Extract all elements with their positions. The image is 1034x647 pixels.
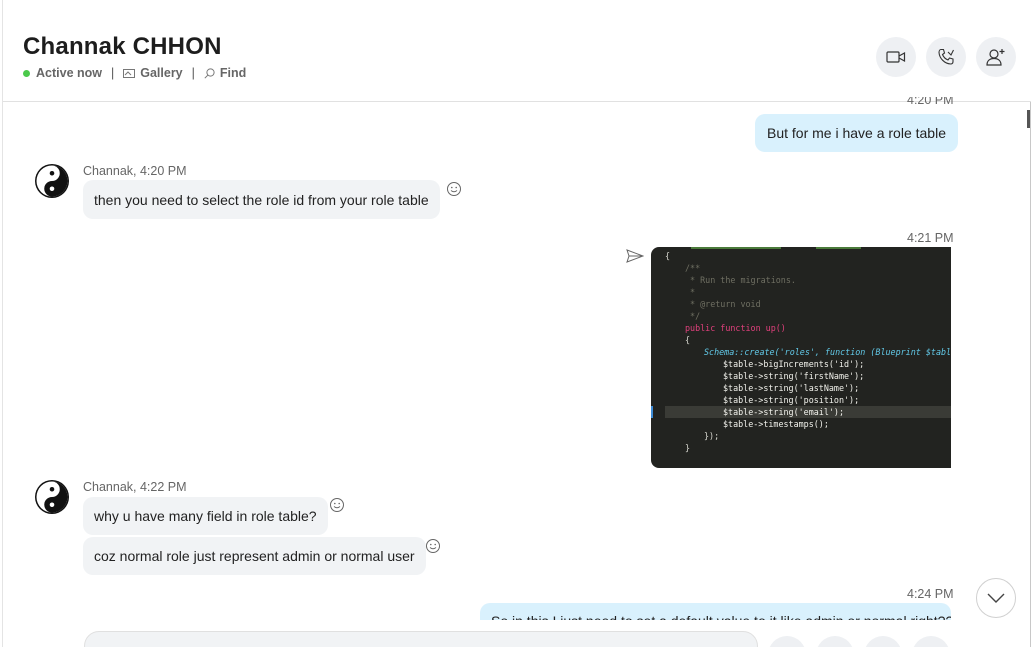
message-text: So in this I just need to set a default … [480,603,951,620]
code-screenshot-image[interactable]: { /** * Run the migrations. * * @return … [651,247,951,468]
chevron-down-icon [987,593,1005,603]
code-line: { [685,335,691,345]
message-time: 4:20 PM [907,97,954,107]
add-reaction-icon[interactable] [329,497,345,513]
message-text: coz normal role just represent admin or … [94,548,415,564]
presence-status: Active now [36,66,102,80]
code-line: $table->timestamps(); [723,419,829,429]
divider: | [111,66,115,80]
contact-name[interactable]: Channak CHHON [23,33,222,61]
code-line: * [685,287,696,297]
outgoing-message[interactable]: So in this I just need to set a default … [480,603,951,620]
video-camera-icon [886,51,906,63]
find-label: Find [219,66,247,80]
scrollbar-thumb[interactable] [1027,110,1030,128]
code-line: * @return void [685,299,761,309]
composer-action-button[interactable] [864,636,902,647]
sent-status-icon [626,249,644,263]
add-reaction-icon[interactable] [446,181,462,197]
search-icon [204,67,215,79]
message-text: then you need to select the role id from… [94,191,429,208]
gallery-label: Gallery [140,66,183,80]
code-line: $table->string('email'); [723,407,845,417]
code-decoration [691,247,781,249]
message-text: why u have many field in role table? [94,508,317,524]
message-input[interactable] [84,631,758,647]
code-cursor [651,406,653,418]
sender-time: Channak, 4:22 PM [83,480,187,494]
sender-time: Channak, 4:20 PM [83,164,187,178]
chat-header: Channak CHHON Active now | Gallery | Fin… [3,0,1031,102]
add-reaction-icon[interactable] [425,538,441,554]
code-line: public function up() [685,323,786,333]
gallery-link[interactable]: Gallery [123,66,183,80]
code-line: * Run the migrations. [685,275,796,285]
code-decoration [816,247,861,249]
video-call-button[interactable] [876,37,916,77]
composer-action-button[interactable] [912,636,950,647]
code-line: */ [685,311,701,321]
avatar-icon[interactable] [34,479,70,515]
scroll-to-bottom-button[interactable] [976,578,1016,618]
code-line: $table->string('firstName'); [723,371,865,381]
message-time: 4:24 PM [907,587,954,601]
code-line: Schema::create('roles', function (Bluepr… [704,347,951,357]
code-line: { [665,251,671,261]
composer-action-button[interactable] [816,636,854,647]
phone-icon [938,48,954,65]
code-line: } [685,443,691,453]
incoming-message[interactable]: coz normal role just represent admin or … [83,537,426,575]
incoming-message[interactable]: then you need to select the role id from… [83,180,440,219]
presence-dot-icon [23,69,30,77]
avatar-icon[interactable] [34,163,70,199]
composer-action-button[interactable] [768,636,806,647]
code-line: $table->string('lastName'); [723,383,860,393]
outgoing-message[interactable]: But for me i have a role table [755,114,958,152]
code-line: /** [685,263,701,273]
chat-subline: Active now | Gallery | Find [23,66,246,80]
incoming-message[interactable]: why u have many field in role table? [83,497,328,535]
message-time: 4:21 PM [907,231,954,245]
divider: | [191,66,195,80]
message-time-text: 4:20 PM [907,97,954,107]
code-line: }); [704,431,720,441]
audio-call-button[interactable] [926,37,966,77]
gallery-icon [123,69,136,78]
code-line: $table->bigIncrements('id'); [723,359,865,369]
code-line: $table->string('position'); [723,395,860,405]
message-text: But for me i have a role table [767,125,946,141]
add-person-icon [986,49,1005,66]
add-people-button[interactable] [976,37,1016,77]
find-link[interactable]: Find [204,66,246,80]
